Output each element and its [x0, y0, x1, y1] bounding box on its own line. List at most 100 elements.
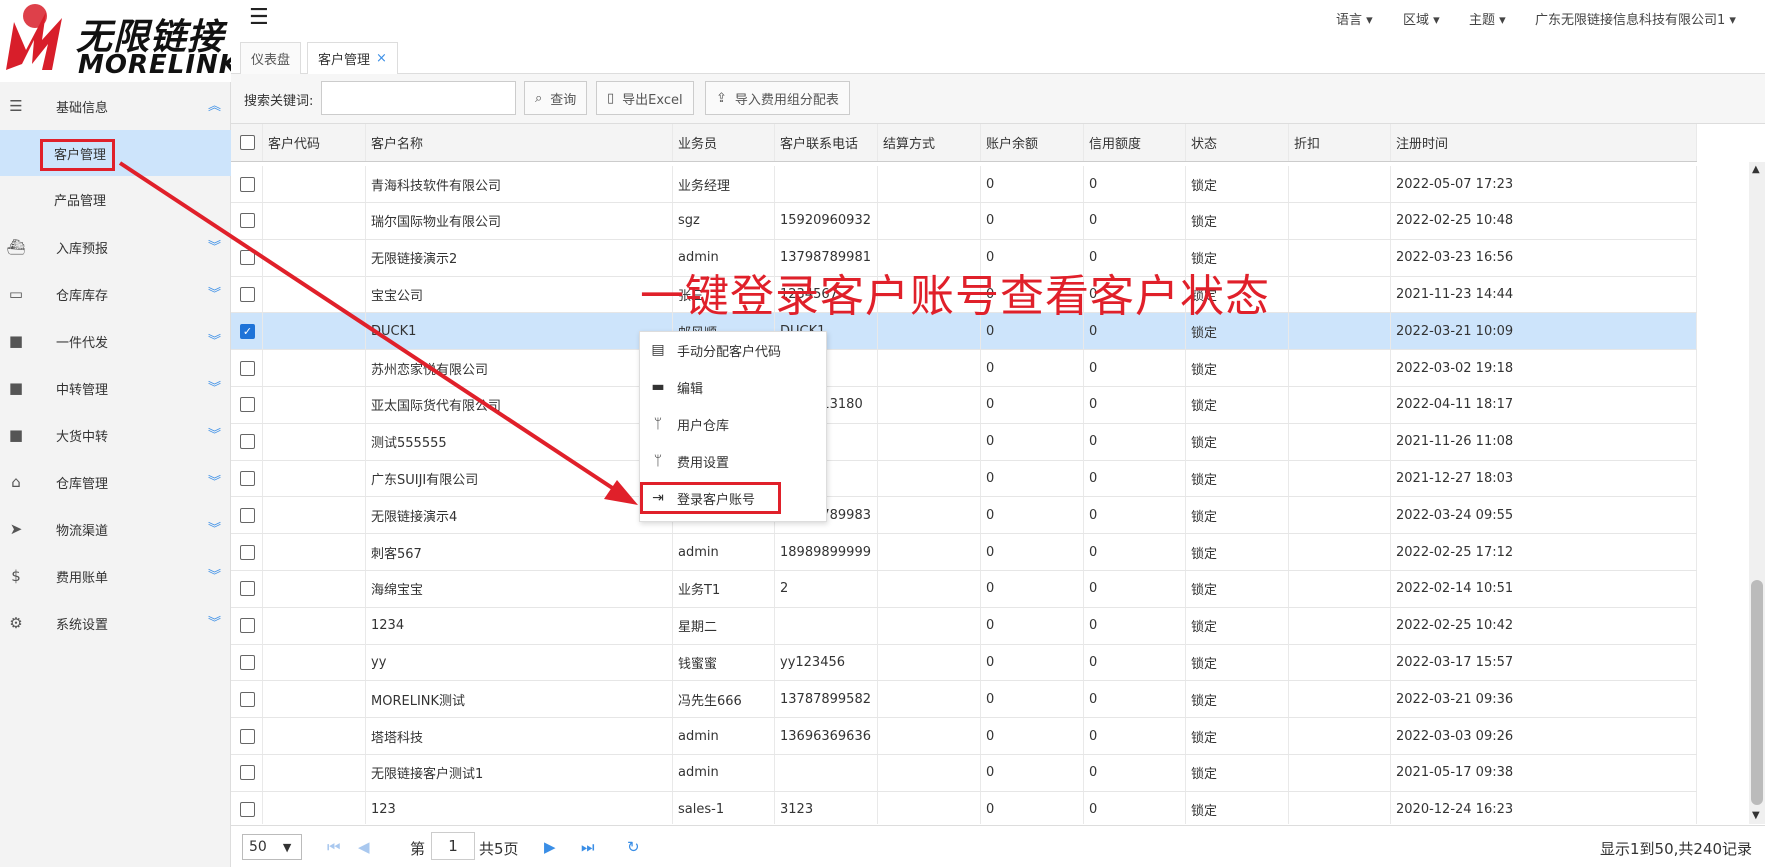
table-cell [263, 718, 366, 754]
sidebar-item-warehouse-stock[interactable]: ▭ 仓库库存 ︾ [0, 272, 231, 316]
select-all-checkbox[interactable] [240, 135, 255, 150]
column-header[interactable]: 账户余额 [981, 124, 1084, 161]
table-row[interactable]: 1234 星期二 0 0 锁定 2022-02-25 10:42 [231, 607, 1697, 645]
import-fee-group-button[interactable]: ⇪ 导入费用组分配表 [705, 81, 850, 115]
row-checkbox[interactable] [240, 691, 255, 707]
row-checkbox[interactable] [240, 176, 255, 192]
table-row[interactable]: 塔塔科技 admin 13696369636 0 0 锁定 2022-03-03 09:26 [231, 718, 1697, 755]
table-cell [878, 791, 981, 824]
sidebar-item-product-management[interactable]: 产品管理 [0, 176, 231, 222]
chevron-down-icon: ︾ [208, 427, 222, 443]
table-cell [1289, 718, 1391, 754]
column-header[interactable]: 客户名称 [366, 124, 673, 161]
table-cell: 0 [981, 202, 1084, 239]
close-icon[interactable]: × [376, 51, 387, 66]
table-row[interactable]: 刺客567 admin 18989899999 0 0 锁定 2022-02-25 17:1… [231, 534, 1697, 571]
search-input[interactable] [321, 81, 516, 115]
row-checkbox[interactable] [240, 250, 255, 266]
sidebar-item-customer-management[interactable]: 客户管理 [0, 130, 231, 176]
column-header[interactable]: 结算方式 [878, 124, 981, 161]
row-checkbox[interactable]: ✓ [240, 323, 255, 339]
row-checkbox[interactable] [240, 618, 255, 634]
table-row[interactable]: 苏州恋家悦有限公司 0 0 锁定 2022-03-02 19:18 [231, 350, 1697, 387]
table-row[interactable]: 123 sales-1 3123 0 0 锁定 2020-12-24 16:23 [231, 791, 1697, 824]
sidebar-item-system-settings[interactable]: ⚙ 系统设置 ︾ [0, 601, 231, 645]
row-checkbox[interactable] [240, 434, 255, 450]
column-header[interactable]: 信用额度 [1084, 124, 1186, 161]
page-size-select[interactable]: 50 ▼ [242, 834, 302, 860]
column-header[interactable]: 注册时间 [1391, 124, 1697, 161]
sidebar-item-dropshipping[interactable]: ■ 一件代发 ︾ [0, 319, 231, 363]
tab-dashboard[interactable]: 仪表盘 [240, 42, 302, 74]
region-menu[interactable]: 区域 ▾ [1403, 9, 1440, 28]
sidebar-item-inbound-forecast[interactable]: ⛴ 入库预报 ︾ [0, 225, 231, 269]
row-checkbox[interactable] [240, 802, 255, 818]
row-checkbox[interactable] [240, 765, 255, 781]
scroll-down-icon[interactable]: ▼ [1752, 810, 1760, 821]
table-row[interactable]: 亚太国际货代有限公司373131318000锁定2022-04-11 18:17 [231, 386, 1697, 424]
prev-page-icon[interactable]: ◀ [358, 838, 370, 856]
table-cell [878, 460, 981, 497]
last-page-icon[interactable]: ⏭ [581, 838, 595, 856]
highlight-box-login [640, 482, 781, 514]
sidebar-item-logistics-channels[interactable]: ➤ 物流渠道 ︾ [0, 507, 231, 551]
column-header[interactable]: 折扣 [1289, 124, 1391, 161]
table-row[interactable]: 无限链接客户测试1 admin 0 0 锁定 2021-05-17 09:38 [231, 754, 1697, 792]
row-select-cell [231, 166, 263, 202]
table-row[interactable]: 无限链接演示41379878998300锁定2022-03-24 09:55 [231, 497, 1697, 535]
row-checkbox[interactable] [240, 728, 255, 744]
query-button[interactable]: ⌕ 查询 [524, 81, 588, 115]
menu-item-edit[interactable]: ▬ 编辑 [640, 369, 828, 405]
table-cell: 锁定 [1186, 423, 1289, 460]
column-header[interactable]: 业务员 [673, 124, 775, 161]
table-row[interactable]: yy 钱蜜蜜 yy123456 0 0 锁定 2022-03-17 15:57 [231, 644, 1697, 682]
column-header[interactable]: 客户代码 [263, 124, 366, 161]
refresh-icon[interactable]: ↻ [627, 838, 640, 856]
table-cell: 宝宝公司 [366, 276, 673, 313]
menu-item-assign-code[interactable]: ▤ 手动分配客户代码 [640, 332, 828, 368]
company-menu[interactable]: 广东无限链接信息科技有限公司1 ▾ [1535, 9, 1736, 28]
table-row[interactable]: 测试555555 0 0 锁定 2021-11-26 11:08 [231, 423, 1697, 461]
export-excel-button[interactable]: ▯ 导出Excel [596, 81, 694, 115]
row-checkbox[interactable] [240, 213, 255, 229]
column-header[interactable]: 客户联系电话 [775, 124, 878, 161]
theme-menu[interactable]: 主题 ▾ [1469, 9, 1506, 28]
table-row[interactable]: 广东SUIJI有限公司 0 0 锁定 2021-12-27 18:03 [231, 460, 1697, 498]
table-cell: 13696369636 [775, 718, 878, 754]
row-checkbox[interactable] [240, 507, 255, 523]
table-row[interactable]: 青海科技软件有限公司 业务经理 0 0 锁定 2022-05-07 17:23 [231, 166, 1697, 203]
first-page-icon[interactable]: ⏮ [327, 838, 341, 856]
sidebar-item-billing[interactable]: $ 费用账单 ︾ [0, 554, 231, 598]
row-checkbox[interactable] [240, 581, 255, 597]
sidebar-item-warehouse-management[interactable]: ⌂ 仓库管理 ︾ [0, 460, 231, 504]
table-cell: 1234 [366, 607, 673, 644]
column-header[interactable]: 状态 [1186, 124, 1289, 161]
row-checkbox[interactable] [240, 470, 255, 486]
table-row[interactable]: MORELINK测试 冯先生666 13787899582 0 0 锁定 2022-03-2… [231, 681, 1697, 719]
row-checkbox[interactable] [240, 397, 255, 413]
sidebar-item-bulk-transit[interactable]: ■ 大货中转 ︾ [0, 413, 231, 457]
row-checkbox[interactable] [240, 286, 255, 302]
language-menu[interactable]: 语言 ▾ [1336, 9, 1373, 28]
table-row[interactable]: 海绵宝宝 业务T1 2 0 0 锁定 2022-02-14 10:51 [231, 570, 1697, 608]
sidebar-item-basic-info[interactable]: ☰ 基础信息 ︽ [0, 84, 231, 128]
menu-item-label: 手动分配客户代码 [677, 344, 782, 360]
row-checkbox[interactable] [240, 544, 255, 560]
table-cell: 锁定 [1186, 718, 1289, 754]
row-checkbox[interactable] [240, 654, 255, 670]
row-checkbox[interactable] [240, 360, 255, 376]
hamburger-menu-icon[interactable]: ☰ [249, 7, 269, 29]
tab-customer-management[interactable]: 客户管理 × [307, 42, 398, 74]
menu-item-user-warehouse[interactable]: ᛘ 用户仓库 [640, 406, 828, 442]
menu-item-fee-settings[interactable]: ᛘ 费用设置 [640, 443, 828, 479]
page-number-input[interactable]: 1 [431, 832, 475, 860]
table-row[interactable]: 瑞尔国际物业有限公司 sgz 15920960932 0 0 锁定 2022-02-25 1… [231, 202, 1697, 240]
page-prefix: 第 [410, 840, 426, 858]
table-cell: 锁定 [1186, 681, 1289, 718]
next-page-icon[interactable]: ▶ [544, 838, 556, 856]
table-scrollbar[interactable]: ▲ ▼ [1749, 162, 1765, 824]
scroll-up-icon[interactable]: ▲ [1752, 164, 1760, 175]
table-cell: 广东SUIJI有限公司 [366, 460, 673, 497]
sidebar-item-transit-management[interactable]: ■ 中转管理 ︾ [0, 366, 231, 410]
scrollbar-thumb[interactable] [1751, 580, 1763, 805]
